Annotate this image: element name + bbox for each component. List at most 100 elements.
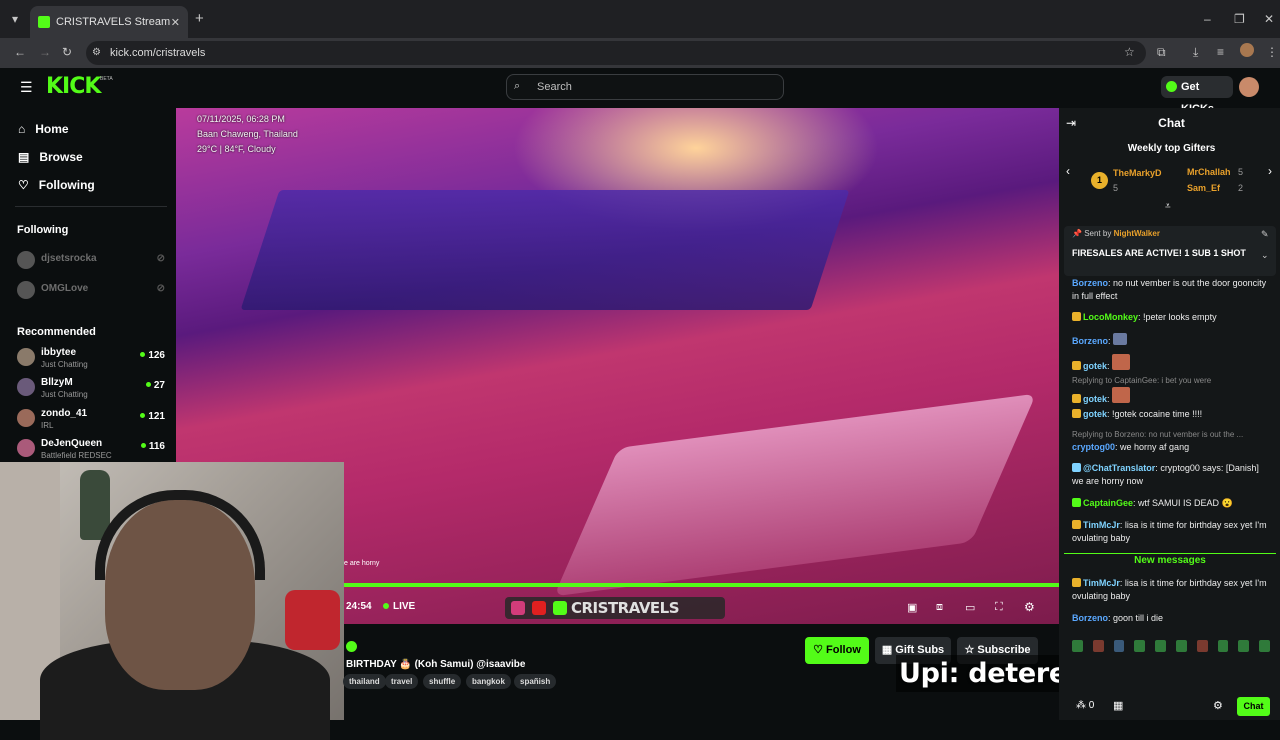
overlay-date: 07/11/2025, 06:28 PM (197, 114, 285, 124)
new-tab-icon[interactable]: + (195, 11, 204, 26)
emote-icon[interactable] (1113, 640, 1125, 652)
tab-search-icon[interactable]: ▾ (12, 12, 18, 26)
profile-avatar[interactable] (1240, 43, 1254, 57)
kicks-counter[interactable]: ⁂ 0 (1076, 700, 1094, 711)
chat-message: Borzeno: (1072, 333, 1272, 348)
reload-icon[interactable]: ↻ (62, 45, 72, 59)
live-dot-icon (140, 413, 146, 418)
site-info-icon[interactable]: ⚙ (92, 46, 101, 60)
heart-icon: ♡ (18, 178, 29, 192)
theater-mode-icon[interactable]: ▭ (965, 601, 975, 614)
hamburger-menu-icon[interactable]: ☰ (20, 79, 33, 96)
webcam-headset-cup (285, 590, 340, 650)
emote-icon[interactable] (1217, 640, 1229, 652)
tag[interactable]: thailand (343, 674, 386, 689)
gifter-name[interactable]: Sam_Ef (1187, 183, 1220, 193)
kicks-icon: ⁂ (1076, 700, 1089, 711)
forward-icon[interactable]: → (39, 45, 51, 59)
recommended-channel[interactable]: BllzyM Just Chatting 27 (17, 376, 167, 404)
following-channel[interactable]: OMGLove ⊘ (17, 279, 167, 307)
minimize-icon[interactable]: – (1204, 12, 1211, 26)
gifter-name[interactable]: MrChallah (1187, 167, 1231, 177)
emote-icon[interactable] (1196, 640, 1208, 652)
gifter-name[interactable]: TheMarkyD (1113, 168, 1162, 178)
tag[interactable]: travel (385, 674, 419, 689)
emote-icon[interactable] (1175, 640, 1187, 652)
new-messages-divider[interactable]: New messages (1064, 553, 1276, 567)
emote-icon[interactable] (1238, 640, 1250, 652)
expand-pinned-icon[interactable]: ⌄ (1261, 250, 1269, 261)
follow-button[interactable]: ♡ Follow (805, 637, 869, 664)
recommended-channel[interactable]: ibbytee Just Chatting 126 (17, 346, 167, 374)
sidebar-divider (15, 206, 167, 207)
tag[interactable]: shuffle (423, 674, 462, 689)
browse-icon: ▤ (18, 150, 30, 164)
kicks-coin-icon (1166, 81, 1177, 92)
gift-icon[interactable]: ▦ (1113, 699, 1123, 712)
chat-settings-icon[interactable]: ⚙ (1213, 699, 1223, 712)
browser-tab[interactable]: CRISTRAVELS Stream - Watch L ✕ (30, 6, 188, 38)
nav-home[interactable]: ⌂ Home (18, 122, 69, 136)
search-input[interactable]: Search (506, 74, 784, 100)
chevron-down-icon[interactable]: ⩡ (1165, 201, 1171, 212)
miniplayer-icon[interactable]: ▣ (907, 601, 917, 614)
logo-beta-badge: BETA (100, 76, 113, 82)
video-progress-bar[interactable] (344, 583, 1059, 587)
live-dot-icon (140, 352, 146, 357)
offline-icon: ⊘ (156, 283, 165, 294)
back-icon[interactable]: ← (14, 45, 26, 59)
clip-icon[interactable]: ⧈ (936, 601, 943, 614)
user-avatar[interactable] (1239, 77, 1259, 97)
bookmark-star-icon[interactable]: ☆ (1124, 45, 1135, 59)
send-chat-button[interactable]: Chat (1237, 697, 1270, 716)
gifters-title: Weekly top Gifters (1127, 143, 1216, 154)
tag[interactable]: bangkok (466, 674, 511, 689)
chat-message: @ChatTranslator: cryptog00 says: [Danish… (1072, 463, 1259, 486)
kick-favicon-icon (38, 16, 50, 28)
chevron-right-icon[interactable]: › (1268, 164, 1272, 178)
video-caption: e are horny (344, 560, 380, 567)
settings-gear-icon[interactable]: ⚙ (1024, 600, 1035, 614)
pinned-header: 📌 Sent by NightWalker (1072, 229, 1160, 238)
chevron-left-icon[interactable]: ‹ (1066, 164, 1070, 178)
channel-category: Battlefield REDSEC (41, 451, 112, 460)
nav-browse[interactable]: ▤ Browse (18, 150, 83, 164)
emote-icon (1112, 387, 1131, 403)
close-window-icon[interactable]: ✕ (1264, 12, 1274, 26)
close-tab-icon[interactable]: ✕ (171, 16, 180, 29)
download-icon[interactable]: ⤓ (1193, 45, 1198, 59)
emote-icon[interactable] (1092, 640, 1104, 652)
channel-name: OMGLove (41, 283, 89, 294)
pin-icon: 📌 (1072, 229, 1085, 238)
chat-message: Borzeno: goon till i die (1072, 613, 1164, 623)
following-channel[interactable]: djsetsrocka ⊘ (17, 249, 167, 277)
viewer-count: 27 (145, 380, 165, 391)
media-control-icon[interactable]: ≡ (1217, 45, 1224, 59)
extensions-icon[interactable]: ⧉ (1157, 45, 1166, 59)
emote-icon[interactable] (1072, 640, 1083, 652)
chat-message: TimMcJr: lisa is it time for birthday se… (1072, 578, 1267, 601)
stream-title: BIRTHDAY 🎂 (Koh Samui) @isaavibe (346, 659, 526, 670)
viewer-count: 116 (140, 441, 165, 452)
channel-category: IRL (41, 421, 54, 430)
unpin-icon[interactable]: ✎ (1261, 229, 1269, 240)
emote-icon[interactable] (1259, 640, 1270, 652)
emote-icon (1112, 354, 1131, 370)
emote-icon[interactable] (1155, 640, 1166, 652)
recommended-channel[interactable]: DeJenQueen Battlefield REDSEC 116 (17, 437, 167, 465)
chat-title: Chat (1158, 116, 1185, 130)
recommended-channel[interactable]: zondo_41 IRL 121 (17, 407, 167, 435)
maximize-icon[interactable]: ❐ (1234, 12, 1245, 26)
live-dot-icon (145, 382, 151, 387)
tag[interactable]: spañish (514, 674, 557, 689)
channel-category: Just Chatting (41, 390, 88, 399)
overlay-weather: 29°C | 84°F, Cloudy (197, 144, 276, 154)
crown-badge-icon (1072, 409, 1081, 418)
viewer-count: 126 (140, 350, 165, 361)
nav-following[interactable]: ♡ Following (18, 178, 95, 192)
kick-logo[interactable]: KICK (46, 74, 101, 99)
emote-icon[interactable] (1134, 640, 1146, 652)
menu-kebab-icon[interactable]: ⋮ (1266, 45, 1278, 59)
fullscreen-icon[interactable]: ⛶ (995, 601, 1003, 614)
url-field[interactable]: kick.com/cristravels (86, 41, 1146, 65)
